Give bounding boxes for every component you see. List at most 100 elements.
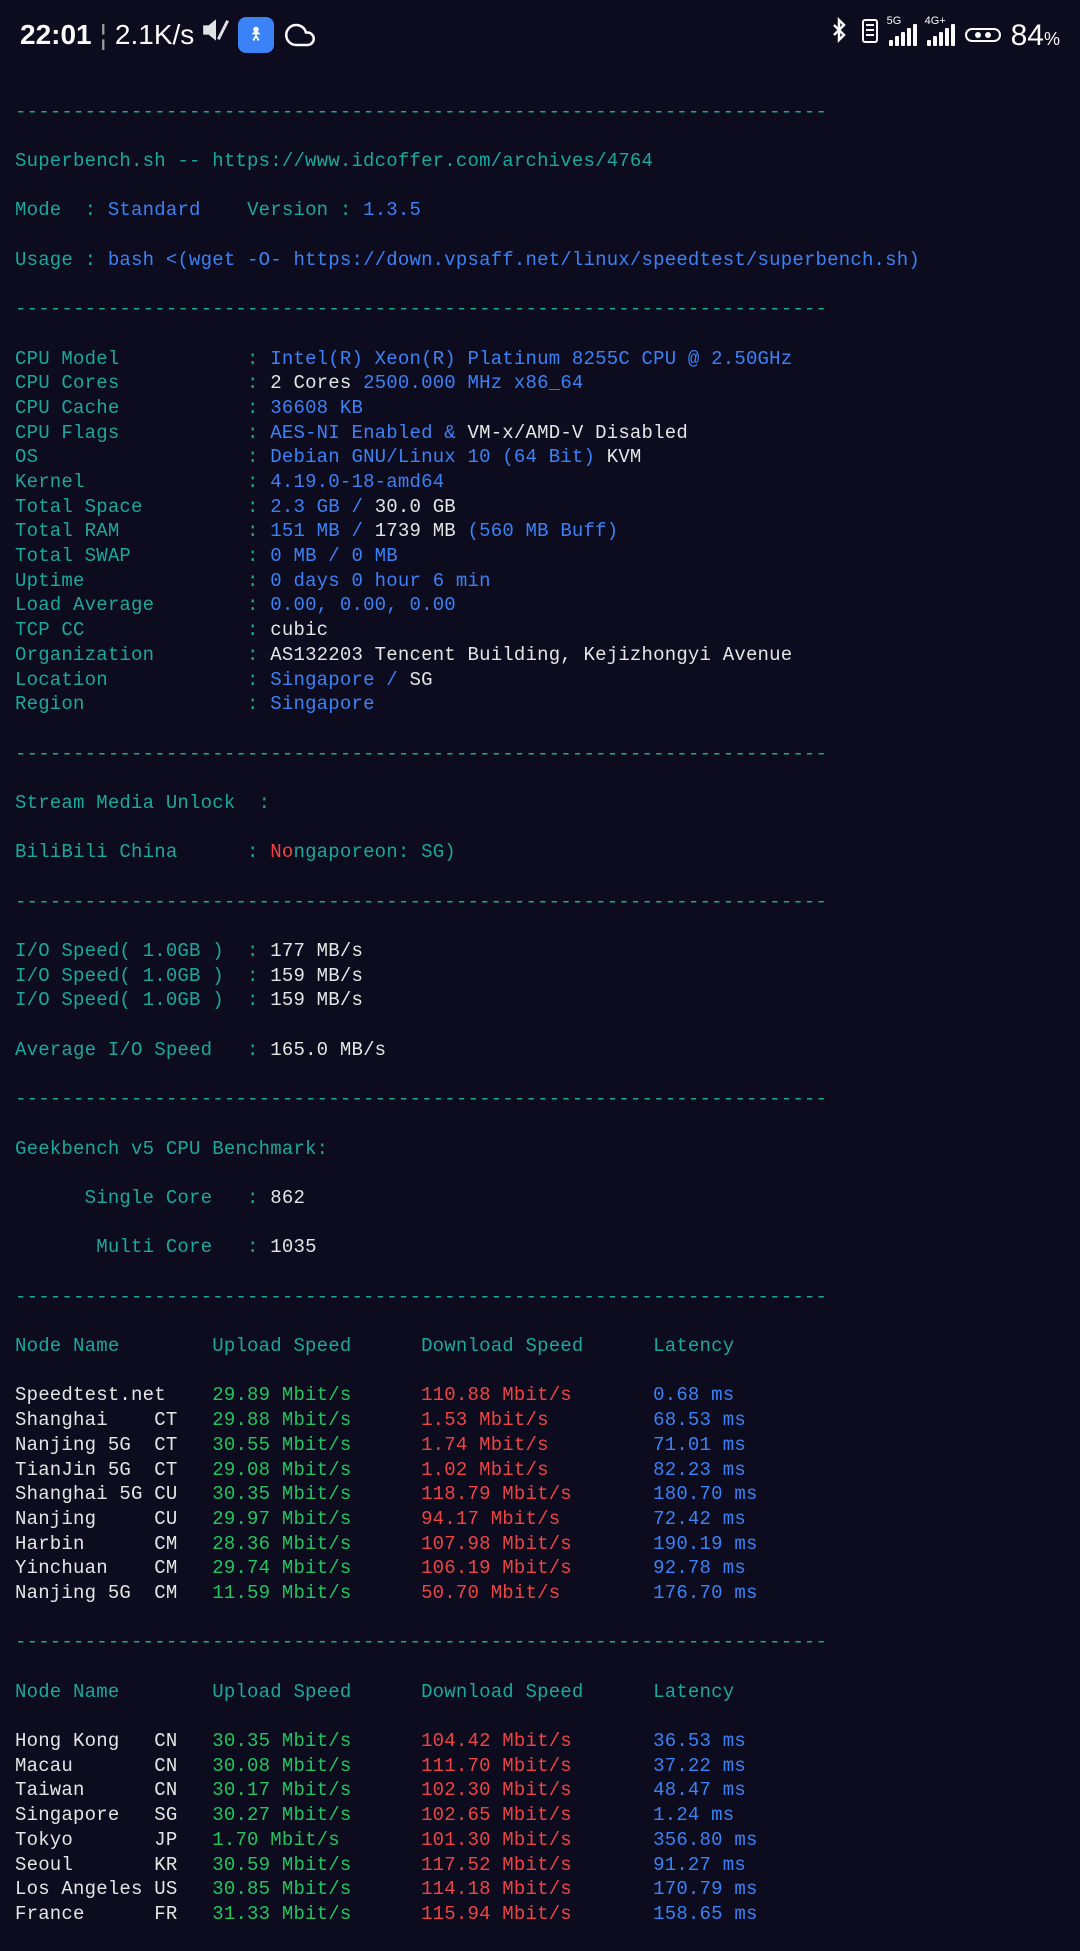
io-row: I/O Speed( 1.0GB ) : 159 MB/s [15, 988, 1075, 1013]
sysinfo-val: 2.3 GB / [270, 496, 374, 518]
sysinfo-val: Debian GNU/Linux 10 (64 Bit) [270, 446, 595, 468]
colon: : [247, 422, 270, 444]
colon: : [247, 496, 270, 518]
speedtest-header-2: Node Name Upload Speed Download Speed La… [15, 1680, 1075, 1705]
upload-speed: 11.59 Mbit/s [212, 1582, 421, 1604]
download-speed: 50.70 Mbit/s [421, 1582, 653, 1604]
node-name: Nanjing 5G CM [15, 1582, 212, 1604]
download-speed: 102.30 Mbit/s [421, 1779, 653, 1801]
col-upload: Upload Speed [212, 1335, 421, 1357]
sysinfo-row: CPU Model : Intel(R) Xeon(R) Platinum 82… [15, 347, 1075, 372]
colon: : [247, 669, 270, 691]
latency: 170.79 ms [653, 1878, 757, 1900]
sysinfo-row: Total SWAP : 0 MB / 0 MB [15, 544, 1075, 569]
battery-unit: % [1044, 29, 1060, 49]
latency: 1.24 ms [653, 1804, 734, 1826]
mode-label: Mode : [15, 199, 108, 221]
latency: 68.53 ms [653, 1409, 746, 1431]
latency: 91.27 ms [653, 1854, 746, 1876]
upload-speed: 29.74 Mbit/s [212, 1557, 421, 1579]
sysinfo-row: CPU Cache : 36608 KB [15, 396, 1075, 421]
node-name: Speedtest.net [15, 1384, 212, 1406]
speedtest-block-1: Speedtest.net 29.89 Mbit/s 110.88 Mbit/s… [15, 1383, 1075, 1605]
node-name: Harbin CM [15, 1533, 212, 1555]
sysinfo-label: Total SWAP [15, 545, 247, 567]
speedtest-row: Harbin CM 28.36 Mbit/s 107.98 Mbit/s 190… [15, 1532, 1075, 1557]
sysinfo-val: 1739 MB [375, 520, 468, 542]
sysinfo-val: (560 MB Buff) [468, 520, 619, 542]
download-speed: 1.53 Mbit/s [421, 1409, 653, 1431]
signal-2: 4G+ [927, 24, 955, 46]
version-value: 1.3.5 [363, 199, 421, 221]
latency: 92.78 ms [653, 1557, 746, 1579]
divider: ----------------------------------------… [15, 742, 1075, 767]
download-speed: 110.88 Mbit/s [421, 1384, 653, 1406]
header-usage-line: Usage : bash <(wget -O- https://down.vps… [15, 248, 1075, 273]
signal-1: 5G [889, 24, 917, 46]
version-label: Version : [201, 199, 363, 221]
sysinfo-row: Total Space : 2.3 GB / 30.0 GB [15, 495, 1075, 520]
speedtest-row: Tokyo JP 1.70 Mbit/s 101.30 Mbit/s 356.8… [15, 1828, 1075, 1853]
speedtest-row: Nanjing 5G CT 30.55 Mbit/s 1.74 Mbit/s 7… [15, 1433, 1075, 1458]
speedtest-row: Nanjing 5G CM 11.59 Mbit/s 50.70 Mbit/s … [15, 1581, 1075, 1606]
speedtest-row: Yinchuan CM 29.74 Mbit/s 106.19 Mbit/s 9… [15, 1556, 1075, 1581]
node-name: Nanjing 5G CT [15, 1434, 212, 1456]
sysinfo-label: Uptime [15, 570, 247, 592]
upload-speed: 29.89 Mbit/s [212, 1384, 421, 1406]
sysinfo-label: CPU Flags [15, 422, 247, 444]
latency: 158.65 ms [653, 1903, 757, 1925]
sysinfo-row: CPU Cores : 2 Cores 2500.000 MHz x86_64 [15, 371, 1075, 396]
latency: 180.70 ms [653, 1483, 757, 1505]
colon: : [247, 989, 270, 1011]
upload-speed: 28.36 Mbit/s [212, 1533, 421, 1555]
sysinfo-label: Region [15, 693, 247, 715]
sim-icon [861, 17, 879, 53]
io-avg-value: 165.0 MB/s [270, 1039, 386, 1061]
col-download: Download Speed [421, 1681, 653, 1703]
sysinfo-row: Total RAM : 151 MB / 1739 MB (560 MB Buf… [15, 519, 1075, 544]
sysinfo-label: Load Average [15, 594, 247, 616]
sysinfo-label: CPU Cores [15, 372, 247, 394]
io-value: 159 MB/s [270, 989, 363, 1011]
colon: : [247, 570, 270, 592]
geekbench-multi-label: Multi Core [15, 1236, 247, 1258]
node-name: Hong Kong CN [15, 1730, 212, 1752]
sysinfo-label: CPU Model [15, 348, 247, 370]
latency: 356.80 ms [653, 1829, 757, 1851]
io-label: I/O Speed( 1.0GB ) [15, 965, 247, 987]
sysinfo-val: VM-x/AMD-V Disabled [468, 422, 688, 444]
speedtest-row: Seoul KR 30.59 Mbit/s 117.52 Mbit/s 91.2… [15, 1853, 1075, 1878]
latency: 71.01 ms [653, 1434, 746, 1456]
sysinfo-label: TCP CC [15, 619, 247, 641]
sysinfo-row: Region : Singapore [15, 692, 1075, 717]
speedtest-header: Node Name Upload Speed Download Speed La… [15, 1334, 1075, 1359]
node-name: Seoul KR [15, 1854, 212, 1876]
sysinfo-label: Total Space [15, 496, 247, 518]
colon: : [247, 471, 270, 493]
colon: : [247, 397, 270, 419]
speedtest-row: Singapore SG 30.27 Mbit/s 102.65 Mbit/s … [15, 1803, 1075, 1828]
download-speed: 118.79 Mbit/s [421, 1483, 653, 1505]
divider: ----------------------------------------… [15, 890, 1075, 915]
latency: 190.19 ms [653, 1533, 757, 1555]
header-title: Superbench.sh -- https://www.idcoffer.co… [15, 149, 1075, 174]
latency: 0.68 ms [653, 1384, 734, 1406]
download-speed: 102.65 Mbit/s [421, 1804, 653, 1826]
colon: : [247, 520, 270, 542]
bilibili-label: BiliBili China : [15, 841, 270, 863]
col-latency: Latency [653, 1335, 734, 1357]
node-name: Shanghai 5G CU [15, 1483, 212, 1505]
colon: : [247, 940, 270, 962]
colon: : [247, 348, 270, 370]
upload-speed: 29.97 Mbit/s [212, 1508, 421, 1530]
sysinfo-val: 151 MB / [270, 520, 374, 542]
upload-speed: 29.88 Mbit/s [212, 1409, 421, 1431]
colon: : [247, 693, 270, 715]
app-icon-running [238, 17, 274, 53]
terminal-output[interactable]: ----------------------------------------… [0, 65, 1080, 1951]
sysinfo-label: Location [15, 669, 247, 691]
geekbench-single-value: 862 [270, 1187, 305, 1209]
bilibili-line: BiliBili China : Nongaporeon: SG) [15, 840, 1075, 865]
io-avg-line: Average I/O Speed : 165.0 MB/s [15, 1038, 1075, 1063]
bilibili-no: No [270, 841, 293, 863]
